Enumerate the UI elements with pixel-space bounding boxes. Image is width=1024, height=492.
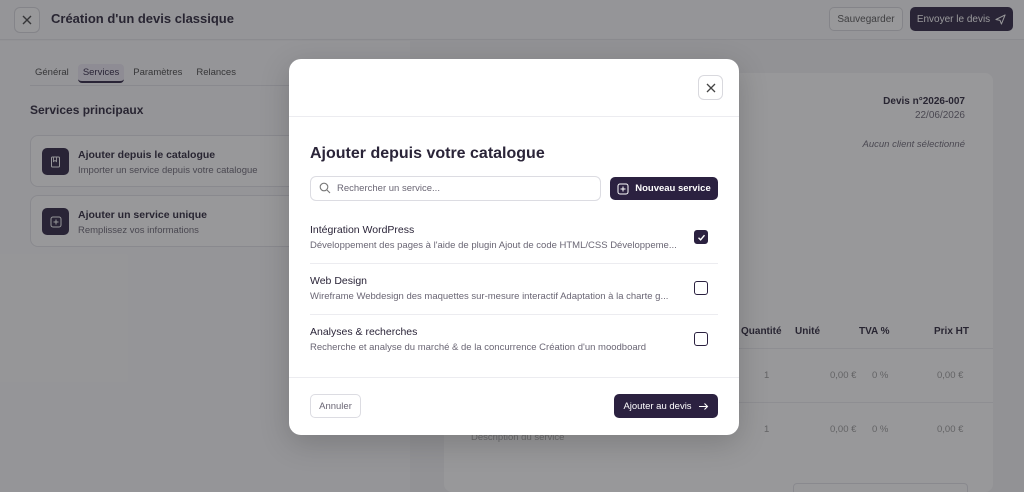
- add-to-quote-label: Ajouter au devis: [623, 400, 692, 412]
- close-icon: [706, 83, 715, 92]
- service-name: Analyses & recherches: [310, 326, 418, 338]
- service-checkbox-integration-wordpress[interactable]: [694, 230, 708, 244]
- service-search[interactable]: [310, 176, 601, 201]
- modal-header-divider: [289, 116, 739, 117]
- search-input[interactable]: [337, 177, 597, 200]
- new-service-label: Nouveau service: [635, 183, 711, 194]
- add-to-quote-button[interactable]: Ajouter au devis: [614, 394, 718, 418]
- service-divider: [310, 314, 718, 315]
- new-service-button[interactable]: Nouveau service: [610, 177, 718, 200]
- search-icon: [319, 182, 331, 194]
- service-description: Wireframe Webdesign des maquettes sur-me…: [310, 291, 669, 302]
- service-name: Web Design: [310, 275, 368, 287]
- service-divider: [310, 263, 718, 264]
- modal-close-button[interactable]: [698, 75, 723, 100]
- check-icon: [697, 234, 705, 241]
- service-checkbox-analyses-recherches[interactable]: [694, 332, 708, 346]
- catalog-modal: Ajouter depuis votre catalogue Nouveau s…: [289, 59, 739, 435]
- arrow-right-icon: [698, 402, 708, 410]
- modal-title: Ajouter depuis votre catalogue: [310, 145, 545, 162]
- service-description: Recherche et analyse du marché & de la c…: [310, 342, 647, 353]
- cancel-button[interactable]: Annuler: [310, 394, 361, 418]
- service-description: Développement des pages à l'aide de plug…: [310, 240, 677, 251]
- service-name: Intégration WordPress: [310, 224, 415, 236]
- modal-footer-divider: [289, 377, 739, 378]
- service-checkbox-web-design[interactable]: [694, 281, 708, 295]
- plus-square-icon: [617, 183, 629, 194]
